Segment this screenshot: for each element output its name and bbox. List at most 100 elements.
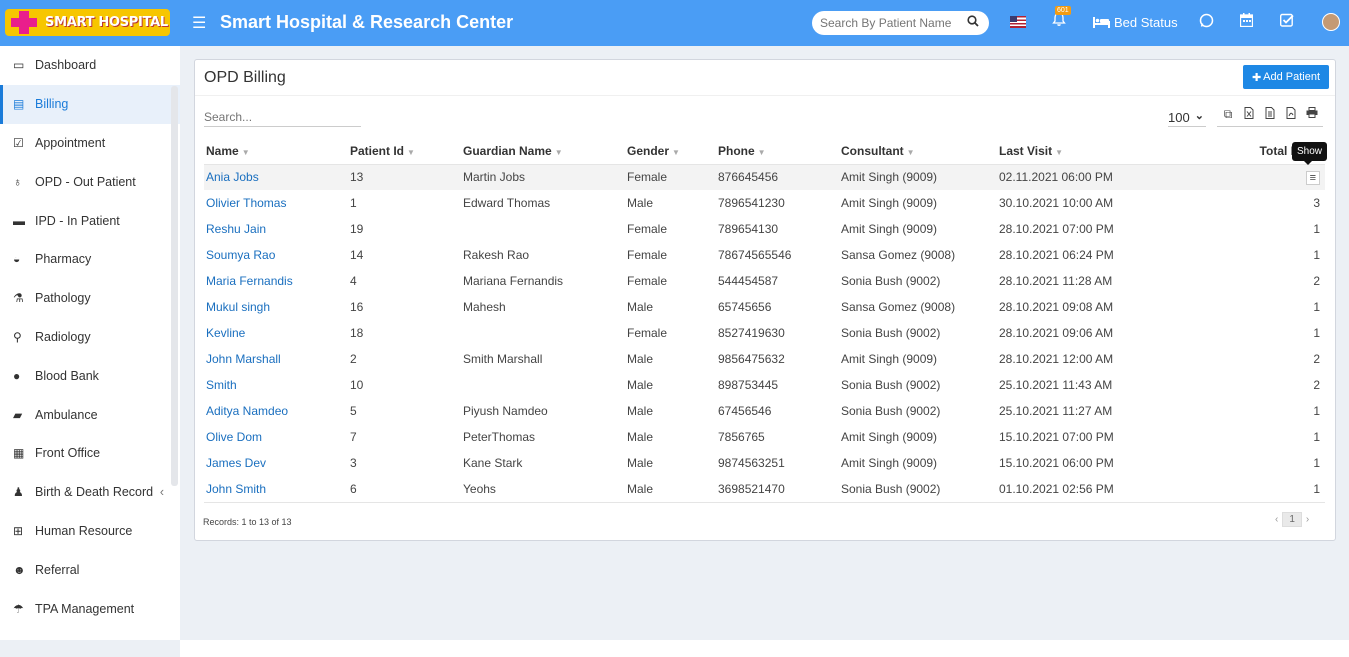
cell-visit: 02.11.2021 06:00 PM — [997, 164, 1197, 190]
cell-total: 2 — [1313, 378, 1320, 392]
sidebar-item-billing[interactable]: ▤ Billing — [0, 84, 180, 124]
pdf-icon[interactable] — [1284, 107, 1298, 126]
cell-guardian — [461, 320, 625, 346]
sidebar-item-blood-bank[interactable]: ● Blood Bank — [0, 356, 180, 395]
sidebar-item-dashboard[interactable]: ▭ Dashboard — [0, 46, 180, 85]
cell-name[interactable]: Aditya Namdeo — [204, 398, 348, 424]
col-gender[interactable]: Gender ▼ — [625, 138, 716, 165]
table-row[interactable]: Aditya Namdeo 5 Piyush Namdeo Male 67456546 S… — [204, 398, 1325, 424]
cell-name[interactable]: Olivier Thomas — [204, 190, 348, 216]
cell-name[interactable]: John Marshall — [204, 346, 348, 372]
cell-consultant: Sonia Bush (9002) — [841, 404, 941, 418]
us-flag-icon[interactable] — [1010, 16, 1026, 28]
sort-icon: ▼ — [1055, 147, 1064, 157]
sitemap-icon: ⊞ — [13, 523, 24, 538]
chevron-left-icon: ‹ — [159, 485, 164, 500]
divider — [195, 95, 1335, 96]
table-search-input[interactable] — [204, 107, 361, 127]
sidebar-item-birth-death-record[interactable]: ♟ Birth & Death Record ‹ — [0, 473, 180, 512]
hamburger-menu-icon[interactable]: ☰ — [192, 13, 206, 33]
table-row[interactable]: Maria Fernandis 4 Mariana Fernandis Female 5… — [204, 268, 1325, 294]
calendar-icon[interactable] — [1239, 13, 1254, 31]
table-row[interactable]: James Dev 3 Kane Stark Male 9874563251 Amit S… — [204, 450, 1325, 476]
stethoscope-icon: ♁ — [13, 174, 22, 189]
cell-name[interactable]: Ania Jobs — [204, 164, 348, 190]
task-checkbox-icon[interactable] — [1279, 13, 1294, 31]
sidebar-item-pharmacy[interactable]: ◒ Pharmacy — [0, 240, 180, 279]
table-row[interactable]: Soumya Rao 14 Rakesh Rao Female 78674565546 S… — [204, 242, 1325, 268]
table-row[interactable]: Smith 10 Male 898753445 Sonia Bush (9002) 25.… — [204, 372, 1325, 398]
cell-name[interactable]: Soumya Rao — [204, 242, 348, 268]
sidebar-item-tpa-management[interactable]: ☂ TPA Management — [0, 589, 180, 628]
cell-name[interactable]: Olive Dom — [204, 424, 348, 450]
cell-gender: Male — [627, 300, 654, 314]
cell-name[interactable]: Reshu Jain — [204, 216, 348, 242]
app-logo[interactable]: SMART HOSPITAL — [5, 9, 170, 36]
sidebar-item-finance[interactable]: ▣Finance‹ — [0, 628, 180, 640]
cell-consultant: Amit Singh (9009) — [841, 352, 938, 366]
print-icon[interactable] — [1305, 107, 1319, 126]
bed-status-button[interactable]: Bed Status — [1093, 15, 1178, 30]
cell-gender: Male — [627, 352, 654, 366]
excel-icon[interactable] — [1242, 107, 1256, 126]
table-row[interactable]: Kevline 18 Female 8527419630 Sonia Bush (900… — [204, 320, 1325, 346]
page-number[interactable]: 1 — [1282, 512, 1302, 527]
cell-guardian: Piyush Namdeo — [463, 404, 548, 418]
sidebar-item-ambulance[interactable]: ▰ Ambulance — [0, 395, 180, 434]
patient-search-input[interactable] — [820, 16, 960, 30]
umbrella-icon: ☂ — [13, 601, 24, 616]
cell-name[interactable]: Kevline — [204, 320, 348, 346]
cell-name[interactable]: Mukul singh — [204, 294, 348, 320]
sidebar-item-label: Pathology — [35, 291, 91, 306]
sidebar-scrollbar[interactable] — [171, 86, 178, 486]
col-name[interactable]: Name ▼ — [204, 138, 348, 165]
sidebar-item-ipd-in-patient[interactable]: ▬ IPD - In Patient — [0, 201, 180, 240]
col-consultant[interactable]: Consultant ▼ — [839, 138, 997, 165]
next-page-icon[interactable]: › — [1306, 514, 1309, 525]
sidebar-item-referral[interactable]: ☻ Referral — [0, 550, 180, 589]
sidebar-item-front-office[interactable]: ▦ Front Office — [0, 434, 180, 473]
sidebar-item-human-resource[interactable]: ⊞ Human Resource — [0, 512, 180, 551]
table-row[interactable]: John Smith 6 Yeohs Male 3698521470 Sonia Bush… — [204, 476, 1325, 502]
cell-name[interactable]: James Dev — [204, 450, 348, 476]
cell-id: 1 — [350, 196, 357, 210]
table-row[interactable]: Olive Dom 7 PeterThomas Male 7856765 Amit Sin… — [204, 424, 1325, 450]
cell-phone: 544454587 — [718, 274, 779, 288]
cell-id: 6 — [350, 482, 357, 496]
table-row[interactable]: Olivier Thomas 1 Edward Thomas Male 78965412… — [204, 190, 1325, 216]
table-row[interactable]: John Marshall 2 Smith Marshall Male 98564756… — [204, 346, 1325, 372]
chevron-down-icon: ⌄ — [1194, 110, 1204, 122]
cell-phone: 9856475632 — [718, 352, 785, 366]
row-menu-icon[interactable]: ≡ — [1305, 170, 1320, 185]
sidebar-item-radiology[interactable]: ⚲ Radiology — [0, 318, 180, 357]
sidebar-item-appointment[interactable]: ☑ Appointment — [0, 124, 180, 163]
prev-page-icon[interactable]: ‹ — [1275, 514, 1278, 525]
sort-icon: ▼ — [757, 147, 766, 157]
cell-name[interactable]: Maria Fernandis — [204, 268, 348, 294]
add-patient-label: Add Patient — [1263, 71, 1321, 83]
col-guardian-name[interactable]: Guardian Name ▼ — [461, 138, 625, 165]
users-icon: ☻ — [13, 562, 26, 577]
search-icon[interactable] — [967, 15, 979, 30]
cell-name[interactable]: Smith — [204, 372, 348, 398]
col-last-visit[interactable]: Last Visit ▼ — [997, 138, 1197, 165]
sidebar-item-label: Billing — [35, 97, 69, 112]
col-patient-id[interactable]: Patient Id ▼ — [348, 138, 461, 165]
table-row[interactable]: Ania Jobs 13 Martin Jobs Female 876645456 Ami… — [204, 164, 1325, 190]
col-phone[interactable]: Phone ▼ — [716, 138, 839, 165]
whatsapp-icon[interactable] — [1199, 13, 1214, 32]
user-avatar[interactable] — [1322, 13, 1340, 31]
cell-consultant: Amit Singh (9009) — [841, 222, 938, 236]
cell-consultant: Sonia Bush (9002) — [841, 326, 941, 340]
copy-icon[interactable]: ⧉ — [1221, 107, 1235, 126]
cell-phone: 78674565546 — [718, 248, 792, 262]
page-size-select[interactable]: 100 ⌄ — [1168, 110, 1206, 127]
sidebar-item-opd-out-patient[interactable]: ♁ OPD - Out Patient — [0, 162, 180, 201]
table-row[interactable]: Reshu Jain 19 Female 789654130 Amit Singh (9… — [204, 216, 1325, 242]
cell-name[interactable]: John Smith — [204, 476, 348, 502]
add-patient-button[interactable]: ✚ Add Patient — [1243, 65, 1329, 89]
csv-icon[interactable] — [1263, 107, 1277, 126]
table-row[interactable]: Mukul singh 16 Mahesh Male 65745656 Sansa Gom… — [204, 294, 1325, 320]
cell-total: 3 — [1313, 196, 1320, 210]
sidebar-item-pathology[interactable]: ⚗ Pathology — [0, 279, 180, 318]
